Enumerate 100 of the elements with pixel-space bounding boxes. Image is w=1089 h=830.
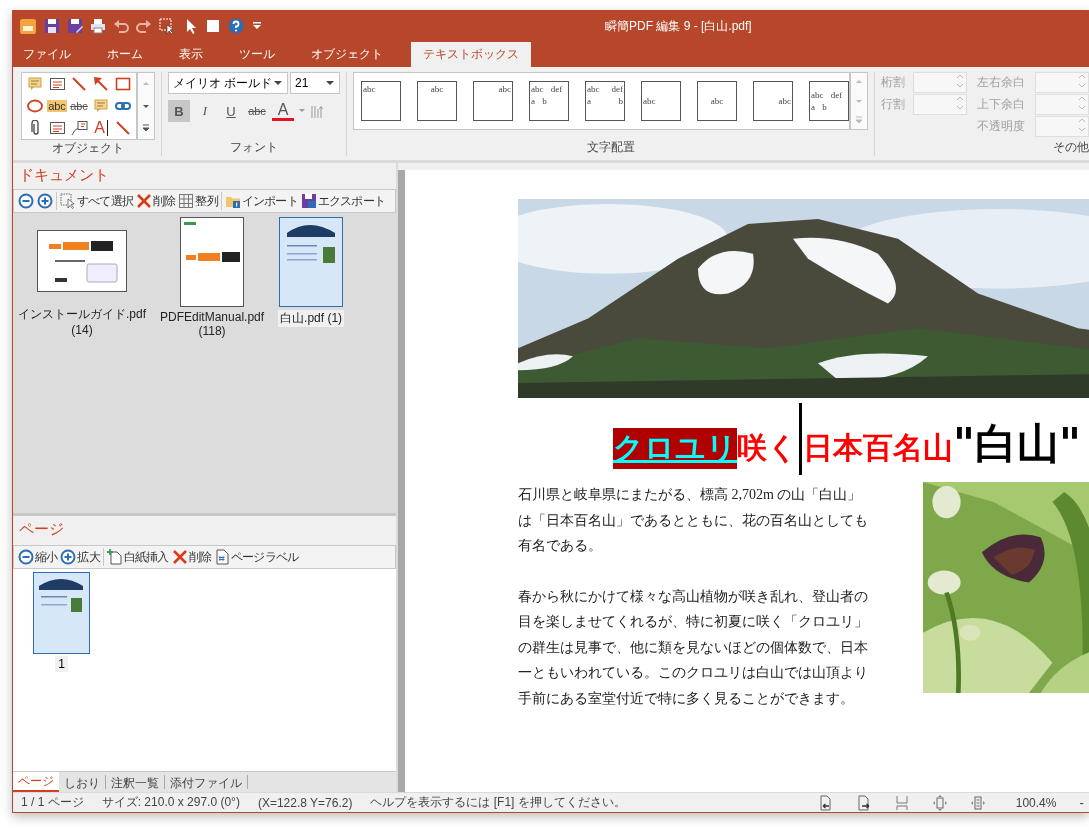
ribbon-tab[interactable]: 表示: [171, 42, 219, 67]
page-thumbnail[interactable]: [180, 217, 245, 307]
app-icon[interactable]: [19, 17, 37, 35]
field-label: 不透明度: [977, 118, 1026, 135]
page-left-icon[interactable]: [817, 794, 834, 811]
ribbon-tab[interactable]: テキストボックス: [411, 42, 531, 67]
redo-icon[interactable]: [136, 18, 152, 34]
text-tool[interactable]: A: [94, 120, 108, 136]
paragraph: 春から秋にかけて様々な高山植物が咲き乱れ、登山者の目を楽しませてくれるが、特に初夏に咲く「クロユリ」の群生は見事で、他に類を見ないほどの個体数で、日本一ともいわれている。このクロユリは白山では山頂より手前にある室堂付近で特に多く見ることができます。: [518, 587, 868, 708]
save-as-icon[interactable]: [67, 18, 83, 34]
alignment-option[interactable]: abc def a b: [585, 81, 625, 121]
delete-button[interactable]: 削除: [135, 191, 177, 211]
field-label: 行割: [881, 96, 906, 113]
strikeout-tool[interactable]: abc: [70, 100, 88, 112]
rectangle-icon[interactable]: [115, 76, 131, 92]
ribbon-tab[interactable]: ツール: [231, 42, 291, 67]
zoom-in-button[interactable]: [36, 191, 54, 211]
save-icon[interactable]: [44, 18, 60, 34]
ribbon-tab[interactable]: オブジェクト: [303, 42, 399, 67]
page-thumbnail[interactable]: [37, 230, 127, 292]
spinner-icon: [1076, 117, 1088, 133]
blank-page-button[interactable]: 白紙挿入: [105, 547, 170, 567]
arrange-button[interactable]: 整列: [177, 191, 219, 211]
zoom-out-button[interactable]: -: [1078, 792, 1089, 813]
panel-tab[interactable]: 添付ファイル: [165, 775, 248, 789]
undo-icon[interactable]: [113, 18, 129, 34]
text-box-icon[interactable]: [48, 76, 66, 92]
page-thumbnail[interactable]: [33, 572, 90, 654]
page-count: (118): [198, 324, 226, 338]
heading-text: 咲く: [737, 429, 798, 467]
ellipse-icon[interactable]: [27, 98, 43, 114]
alignment-option[interactable]: abc def a b: [529, 81, 569, 121]
zoom-in-button[interactable]: 拡大: [59, 547, 101, 567]
file-name: PDFEditManual.pdf: [159, 310, 266, 324]
highlight-tool[interactable]: abc: [47, 100, 67, 112]
help-icon[interactable]: [228, 18, 244, 34]
line-icon[interactable]: [115, 120, 131, 136]
page-number: 1: [55, 656, 68, 672]
page-thumbnail[interactable]: [279, 217, 344, 307]
heading-text: "白山": [953, 418, 1081, 470]
panel-tab[interactable]: ページ: [13, 772, 59, 792]
import-button[interactable]: インポート: [223, 191, 299, 211]
print-icon[interactable]: [90, 18, 106, 34]
spinner-icon: [1076, 95, 1088, 111]
italic-button[interactable]: I: [194, 100, 216, 122]
underline-button[interactable]: U: [220, 100, 242, 122]
font-color-button[interactable]: A: [272, 101, 294, 121]
ribbon-tab[interactable]: ホーム: [99, 42, 159, 67]
spinner-icon: [954, 73, 966, 89]
spin-field[interactable]: [913, 72, 967, 93]
selection-icon[interactable]: [159, 18, 175, 34]
arrow-icon[interactable]: [93, 76, 109, 92]
panel-tab[interactable]: 注釈一覧: [106, 775, 165, 789]
text-box-icon[interactable]: [48, 120, 66, 136]
ribbon-tab[interactable]: ファイル: [15, 42, 87, 67]
zoom-out-icon: [18, 549, 34, 565]
alignment-option[interactable]: abc: [753, 81, 793, 121]
page-right-icon[interactable]: [855, 794, 872, 811]
alignment-option[interactable]: abc: [641, 81, 681, 121]
strike-button[interactable]: abc: [246, 100, 268, 122]
delete-icon: [136, 193, 152, 209]
page-icon: [214, 549, 231, 565]
spin-field[interactable]: [1035, 94, 1089, 115]
alignment-option[interactable]: abc: [473, 81, 513, 121]
zoom-level: 100.4%: [1015, 795, 1057, 810]
spin-field[interactable]: [1035, 72, 1089, 93]
square-icon[interactable]: [205, 18, 221, 34]
heading-text: 日本百名山: [803, 429, 953, 467]
heading-text: クロユリ: [613, 428, 737, 469]
panel-title: ドキュメント: [13, 163, 396, 189]
font-dropdown[interactable]: メイリオ ボールド: [168, 72, 288, 94]
group-label: その他: [1053, 139, 1089, 156]
delete-button[interactable]: 削除: [170, 547, 213, 567]
alignment-option[interactable]: abc: [361, 81, 401, 121]
select-all-button[interactable]: すべて選択: [59, 191, 134, 211]
alignment-option[interactable]: abc: [417, 81, 457, 121]
spinner-icon: [954, 95, 966, 111]
line-icon[interactable]: [71, 76, 87, 92]
fit-width-icon[interactable]: [969, 794, 986, 811]
text-cursor: [799, 403, 802, 475]
zoom-in-icon: [37, 193, 53, 209]
zoom-out-button[interactable]: 縮小: [17, 547, 59, 567]
alignment-option[interactable]: abc def a b: [809, 81, 849, 121]
expand-icon[interactable]: [140, 122, 152, 134]
zoom-out-button[interactable]: [17, 191, 35, 211]
fit-page-icon[interactable]: [931, 794, 948, 811]
field-label: 桁割: [881, 74, 906, 91]
spin-field[interactable]: [1035, 116, 1089, 137]
paperclip-icon[interactable]: [28, 120, 42, 136]
callout-icon[interactable]: [70, 120, 88, 136]
export-button[interactable]: エクスポート: [299, 191, 387, 211]
group-label: オブジェクト: [52, 140, 124, 157]
size-dropdown[interactable]: 21: [290, 72, 340, 94]
bold-button[interactable]: B: [168, 100, 190, 122]
page-count: (14): [71, 323, 93, 337]
alignment-option[interactable]: abc: [697, 81, 737, 121]
page-label-button[interactable]: ページラベル: [213, 547, 300, 567]
caret-icon[interactable]: [298, 107, 306, 115]
panel-tab[interactable]: しおり: [59, 775, 106, 789]
spin-field[interactable]: [913, 94, 967, 115]
